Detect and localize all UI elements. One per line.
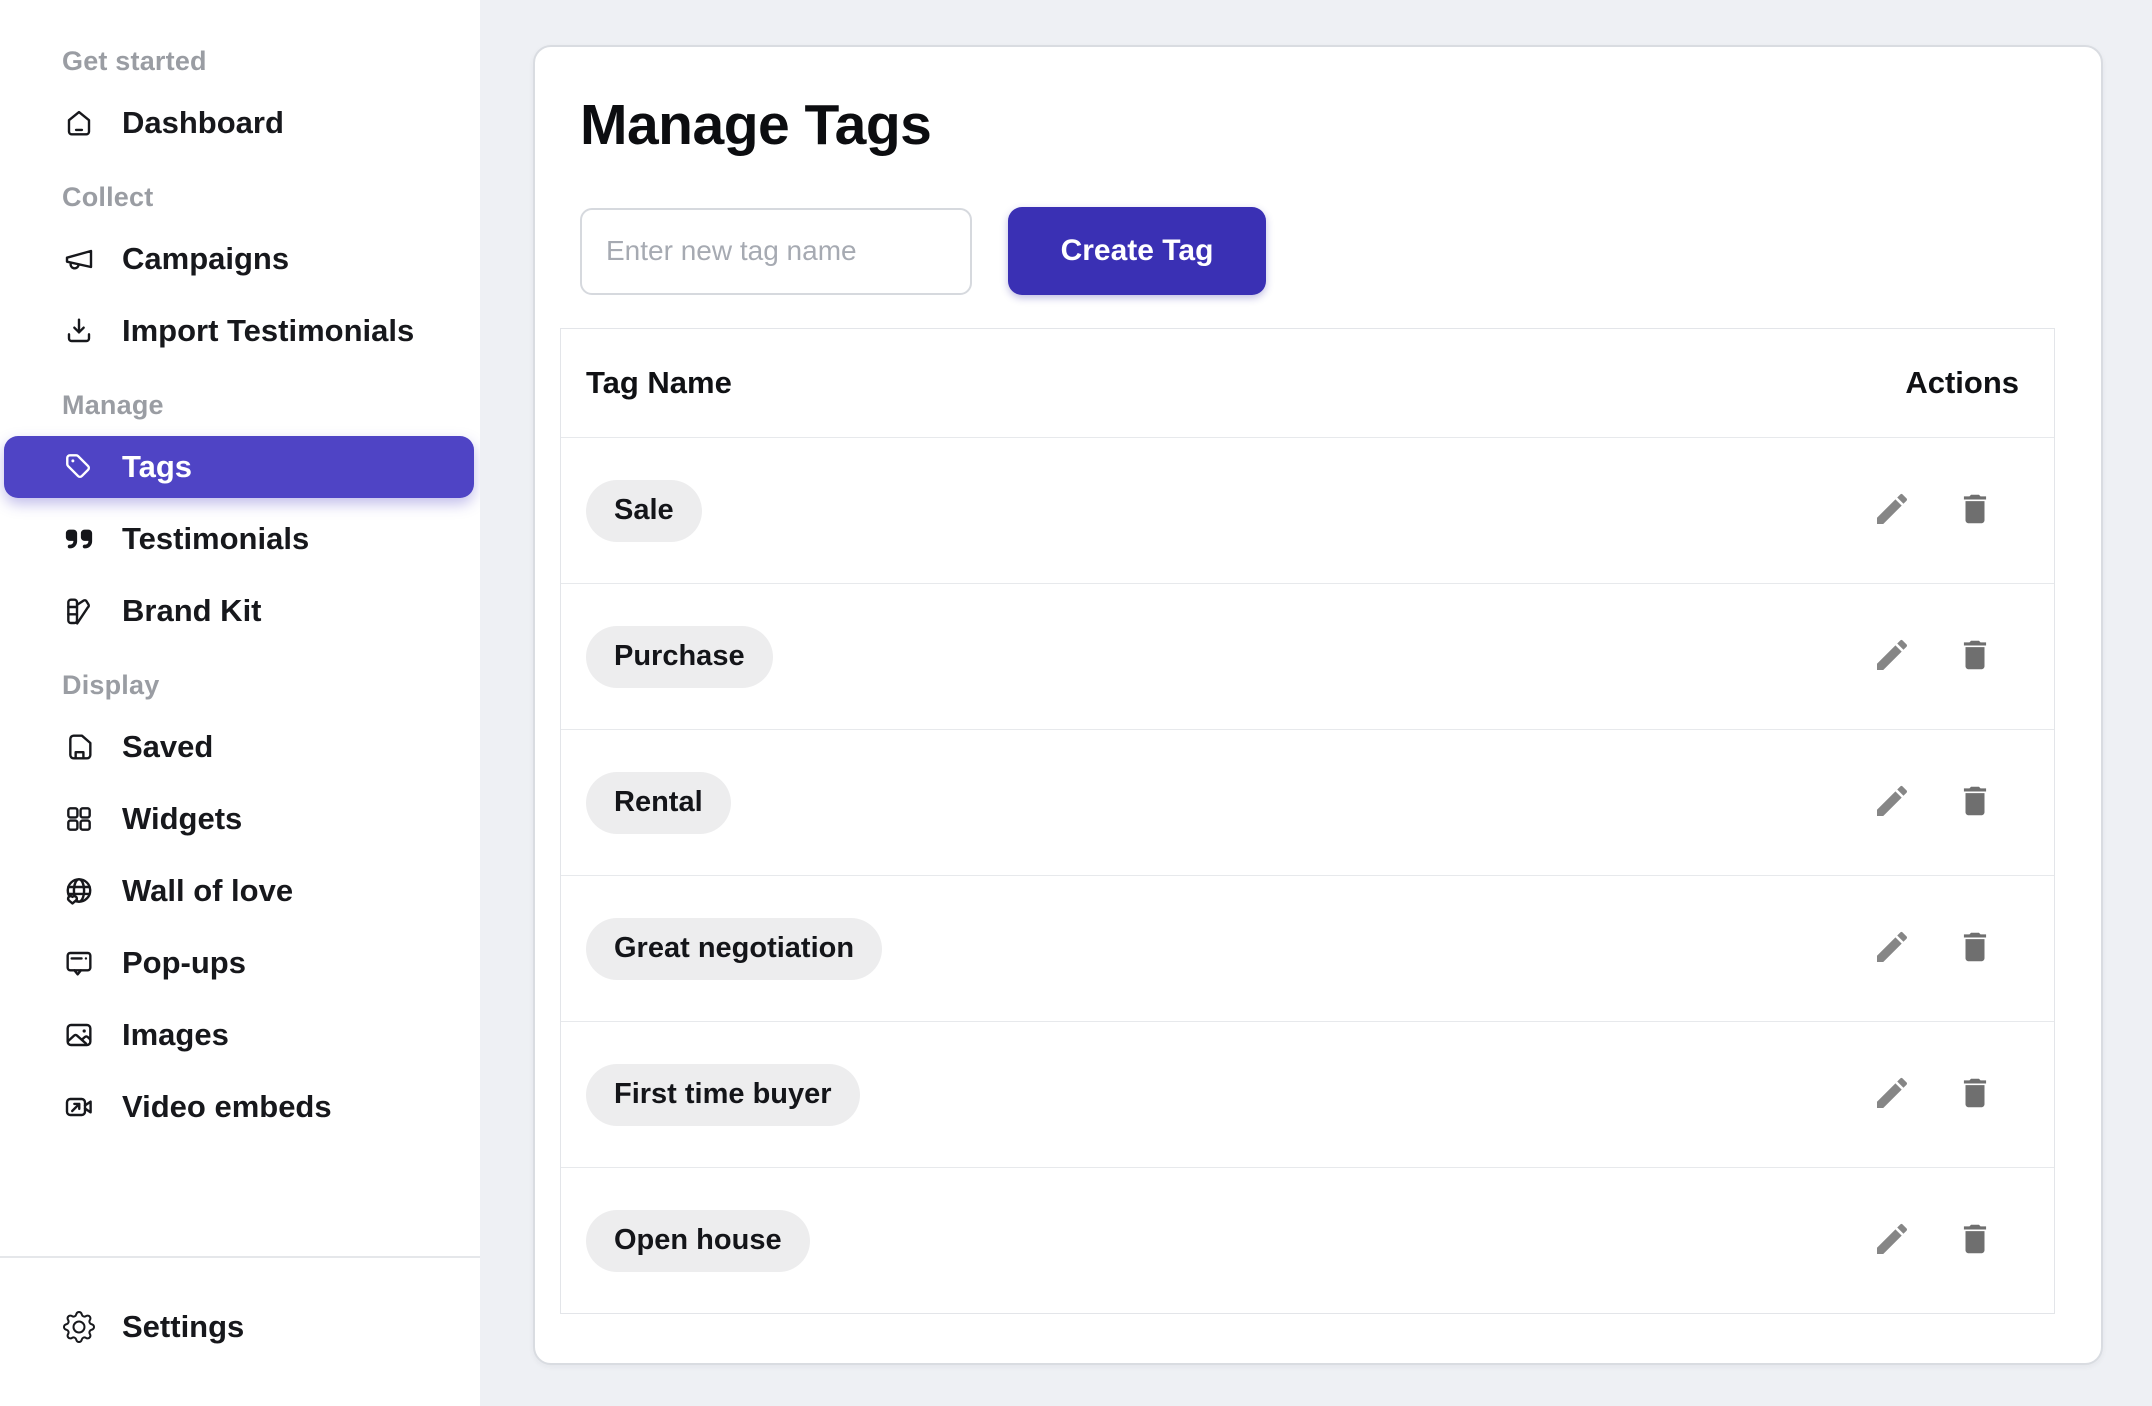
edit-pencil-icon [1872,1073,1912,1116]
section-label-collect: Collect [62,180,480,214]
edit-tag-button[interactable] [1872,927,1912,970]
tag-pill: Sale [586,480,702,542]
sidebar-item-import-testimonials[interactable]: Import Testimonials [4,300,474,362]
sidebar-item-saved[interactable]: Saved [4,716,474,778]
sidebar-item-label: Tags [122,449,192,485]
trash-icon [1956,782,1994,823]
delete-tag-button[interactable] [1956,636,1994,677]
row-actions [1872,1219,1994,1262]
sidebar-item-label: Wall of love [122,873,293,909]
tags-table: Tag Name Actions Sale Purchase Rental [560,328,2055,1314]
sidebar-item-label: Images [122,1017,229,1053]
edit-tag-button[interactable] [1872,489,1912,532]
delete-tag-button[interactable] [1956,490,1994,531]
edit-tag-button[interactable] [1872,781,1912,824]
sidebar-item-label: Settings [122,1309,244,1345]
sidebar-item-label: Dashboard [122,105,284,141]
video-camera-icon [62,1090,96,1124]
sidebar-item-label: Saved [122,729,213,765]
swatchbook-icon [62,594,96,628]
table-header-row: Tag Name Actions [561,329,2054,437]
section-label-manage: Manage [62,388,480,422]
gear-icon [62,1310,96,1344]
megaphone-icon [62,242,96,276]
edit-tag-button[interactable] [1872,635,1912,678]
trash-icon [1956,490,1994,531]
download-icon [62,314,96,348]
table-row: Purchase [561,583,2054,729]
edit-pencil-icon [1872,927,1912,970]
tag-icon [62,450,96,484]
main-content: Manage Tags Create Tag Tag Name Actions … [480,0,2152,1406]
tag-pill: Purchase [586,626,773,688]
sidebar-item-tags[interactable]: Tags [4,436,474,498]
sidebar: Get started Dashboard Collect Campaigns … [0,0,480,1406]
sidebar-item-dashboard[interactable]: Dashboard [4,92,474,154]
edit-tag-button[interactable] [1872,1073,1912,1116]
column-header-tag-name: Tag Name [586,365,732,401]
tag-pill: Great negotiation [586,918,882,980]
sidebar-item-label: Campaigns [122,241,289,277]
row-actions [1872,635,1994,678]
sidebar-item-pop-ups[interactable]: Pop-ups [4,932,474,994]
new-tag-name-input[interactable] [580,208,972,295]
sidebar-item-label: Pop-ups [122,945,246,981]
create-tag-form: Create Tag [580,207,2101,295]
sidebar-item-widgets[interactable]: Widgets [4,788,474,850]
row-actions [1872,781,1994,824]
delete-tag-button[interactable] [1956,1220,1994,1261]
popup-icon [62,946,96,980]
sidebar-nav: Get started Dashboard Collect Campaigns … [0,36,480,1256]
row-actions [1872,489,1994,532]
sidebar-item-video-embeds[interactable]: Video embeds [4,1076,474,1138]
edit-pencil-icon [1872,1219,1912,1262]
sidebar-item-label: Import Testimonials [122,313,414,349]
section-label-get-started: Get started [62,44,480,78]
section-label-display: Display [62,668,480,702]
grid-icon [62,802,96,836]
sidebar-item-images[interactable]: Images [4,1004,474,1066]
table-row: Sale [561,437,2054,583]
sidebar-item-settings[interactable]: Settings [4,1296,474,1358]
delete-tag-button[interactable] [1956,1074,1994,1115]
page-title: Manage Tags [580,95,2101,155]
delete-tag-button[interactable] [1956,782,1994,823]
home-icon [62,106,96,140]
tag-pill: First time buyer [586,1064,860,1126]
trash-icon [1956,636,1994,677]
edit-tag-button[interactable] [1872,1219,1912,1262]
manage-tags-card: Manage Tags Create Tag Tag Name Actions … [533,45,2103,1365]
edit-pencil-icon [1872,781,1912,824]
table-row: Great negotiation [561,875,2054,1021]
table-row: Rental [561,729,2054,875]
sidebar-item-label: Video embeds [122,1089,332,1125]
trash-icon [1956,1074,1994,1115]
table-row: First time buyer [561,1021,2054,1167]
trash-icon [1956,928,1994,969]
sidebar-item-label: Brand Kit [122,593,262,629]
tag-pill: Open house [586,1210,810,1272]
sidebar-item-campaigns[interactable]: Campaigns [4,228,474,290]
sidebar-item-wall-of-love[interactable]: Wall of love [4,860,474,922]
sidebar-item-label: Testimonials [122,521,309,557]
table-row: Open house [561,1167,2054,1313]
globe-heart-icon [62,874,96,908]
sidebar-item-testimonials[interactable]: Testimonials [4,508,474,570]
tag-pill: Rental [586,772,731,834]
sidebar-item-label: Widgets [122,801,242,837]
row-actions [1872,927,1994,970]
sidebar-item-brand-kit[interactable]: Brand Kit [4,580,474,642]
trash-icon [1956,1220,1994,1261]
save-icon [62,730,96,764]
edit-pencil-icon [1872,489,1912,532]
column-header-actions: Actions [1905,365,2019,401]
delete-tag-button[interactable] [1956,928,1994,969]
edit-pencil-icon [1872,635,1912,678]
row-actions [1872,1073,1994,1116]
image-icon [62,1018,96,1052]
quote-icon [62,522,96,556]
create-tag-button[interactable]: Create Tag [1008,207,1266,295]
